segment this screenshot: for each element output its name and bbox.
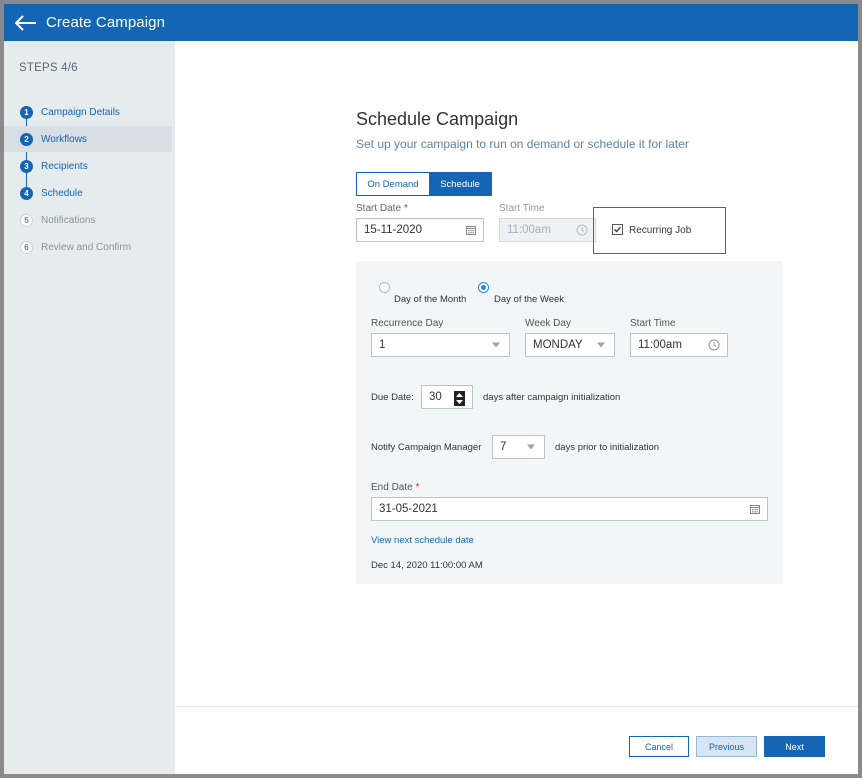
schedule-mode-toggle: On Demand Schedule [356,172,492,196]
start-date-label: Start Date * [356,203,408,214]
tab-schedule[interactable]: Schedule [429,173,491,195]
stepper-arrows-icon[interactable] [454,391,465,406]
chevron-down-icon [597,342,605,348]
next-button[interactable]: Next [764,736,825,757]
recurrence-panel: Day of the Month Day of the Week Recurre… [356,261,783,584]
week-day-label: Week Day [525,318,571,329]
step-number: 6 [20,240,33,254]
panel-start-time-label: Start Time [630,318,676,329]
panel-start-time-input[interactable]: 11:00am [630,333,728,357]
recurring-job-highlight: Recurring Job [593,207,726,254]
step-number: 2 [20,132,33,146]
recurring-job-label: Recurring Job [629,225,692,236]
step-schedule[interactable]: 4 Schedule [4,180,172,206]
step-label: Workflows [41,133,87,145]
recurring-job-checkbox[interactable] [612,224,623,235]
step-label: Recipients [41,160,88,172]
due-date-label: Due Date: [371,392,414,403]
recurrence-day-select[interactable]: 1 [371,333,510,357]
clock-icon[interactable] [708,339,720,351]
cancel-button[interactable]: Cancel [629,736,689,757]
calendar-icon[interactable] [750,504,760,514]
step-number: 4 [20,186,33,200]
main-content: Schedule Campaign Set up your campaign t… [175,41,858,774]
start-time-input: 11:00am [499,218,596,242]
step-number: 1 [20,105,33,119]
chevron-down-icon [492,342,500,348]
tab-on-demand[interactable]: On Demand [357,173,429,195]
steps-counter: STEPS 4/6 [19,62,78,74]
page-title: Create Campaign [46,14,166,31]
end-date-label: End Date * [371,482,420,493]
step-number: 3 [20,159,33,173]
step-number: 5 [20,213,33,227]
section-title: Schedule Campaign [356,109,519,129]
notify-suffix: days prior to initialization [555,442,660,453]
radio-day-of-week[interactable] [478,282,489,293]
next-schedule-date: Dec 14, 2020 11:00:00 AM [371,560,483,571]
radio-day-of-month[interactable] [379,282,390,293]
view-next-schedule-link[interactable]: View next schedule date [371,535,474,546]
step-workflows[interactable]: 2 Workflows [4,126,172,152]
chevron-down-icon [527,444,535,450]
step-notifications[interactable]: 5 Notifications [4,207,172,233]
top-bar: Create Campaign [4,4,858,41]
step-recipients[interactable]: 3 Recipients [4,153,172,179]
step-label: Campaign Details [41,106,120,118]
step-campaign-details[interactable]: 1 Campaign Details [4,99,172,125]
step-label: Schedule [41,187,83,199]
due-date-suffix: days after campaign initialization [483,392,621,403]
start-date-input[interactable]: 15-11-2020 [356,218,484,242]
end-date-input[interactable]: 31-05-2021 [371,497,768,521]
back-arrow-icon[interactable] [6,4,46,41]
calendar-icon[interactable] [466,225,476,235]
recurrence-day-label: Recurrence Day [371,318,444,329]
start-time-label: Start Time [499,203,545,214]
footer-divider [175,706,858,707]
steps-sidebar: STEPS 4/6 1 Campaign Details 2 Workflows… [4,41,175,774]
day-of-week-label: Day of the Week [494,294,565,305]
step-label: Notifications [41,214,96,226]
step-review-and-confirm[interactable]: 6 Review and Confirm [4,234,172,260]
due-date-stepper[interactable]: 30 [421,385,473,409]
notify-manager-label: Notify Campaign Manager [371,442,482,453]
step-label: Review and Confirm [41,241,132,253]
previous-button[interactable]: Previous [696,736,757,757]
section-subtitle: Set up your campaign to run on demand or… [356,137,689,151]
day-of-month-label: Day of the Month [394,294,467,305]
notify-days-select[interactable]: 7 [492,435,545,459]
clock-icon [576,224,588,236]
week-day-select[interactable]: MONDAY [525,333,615,357]
